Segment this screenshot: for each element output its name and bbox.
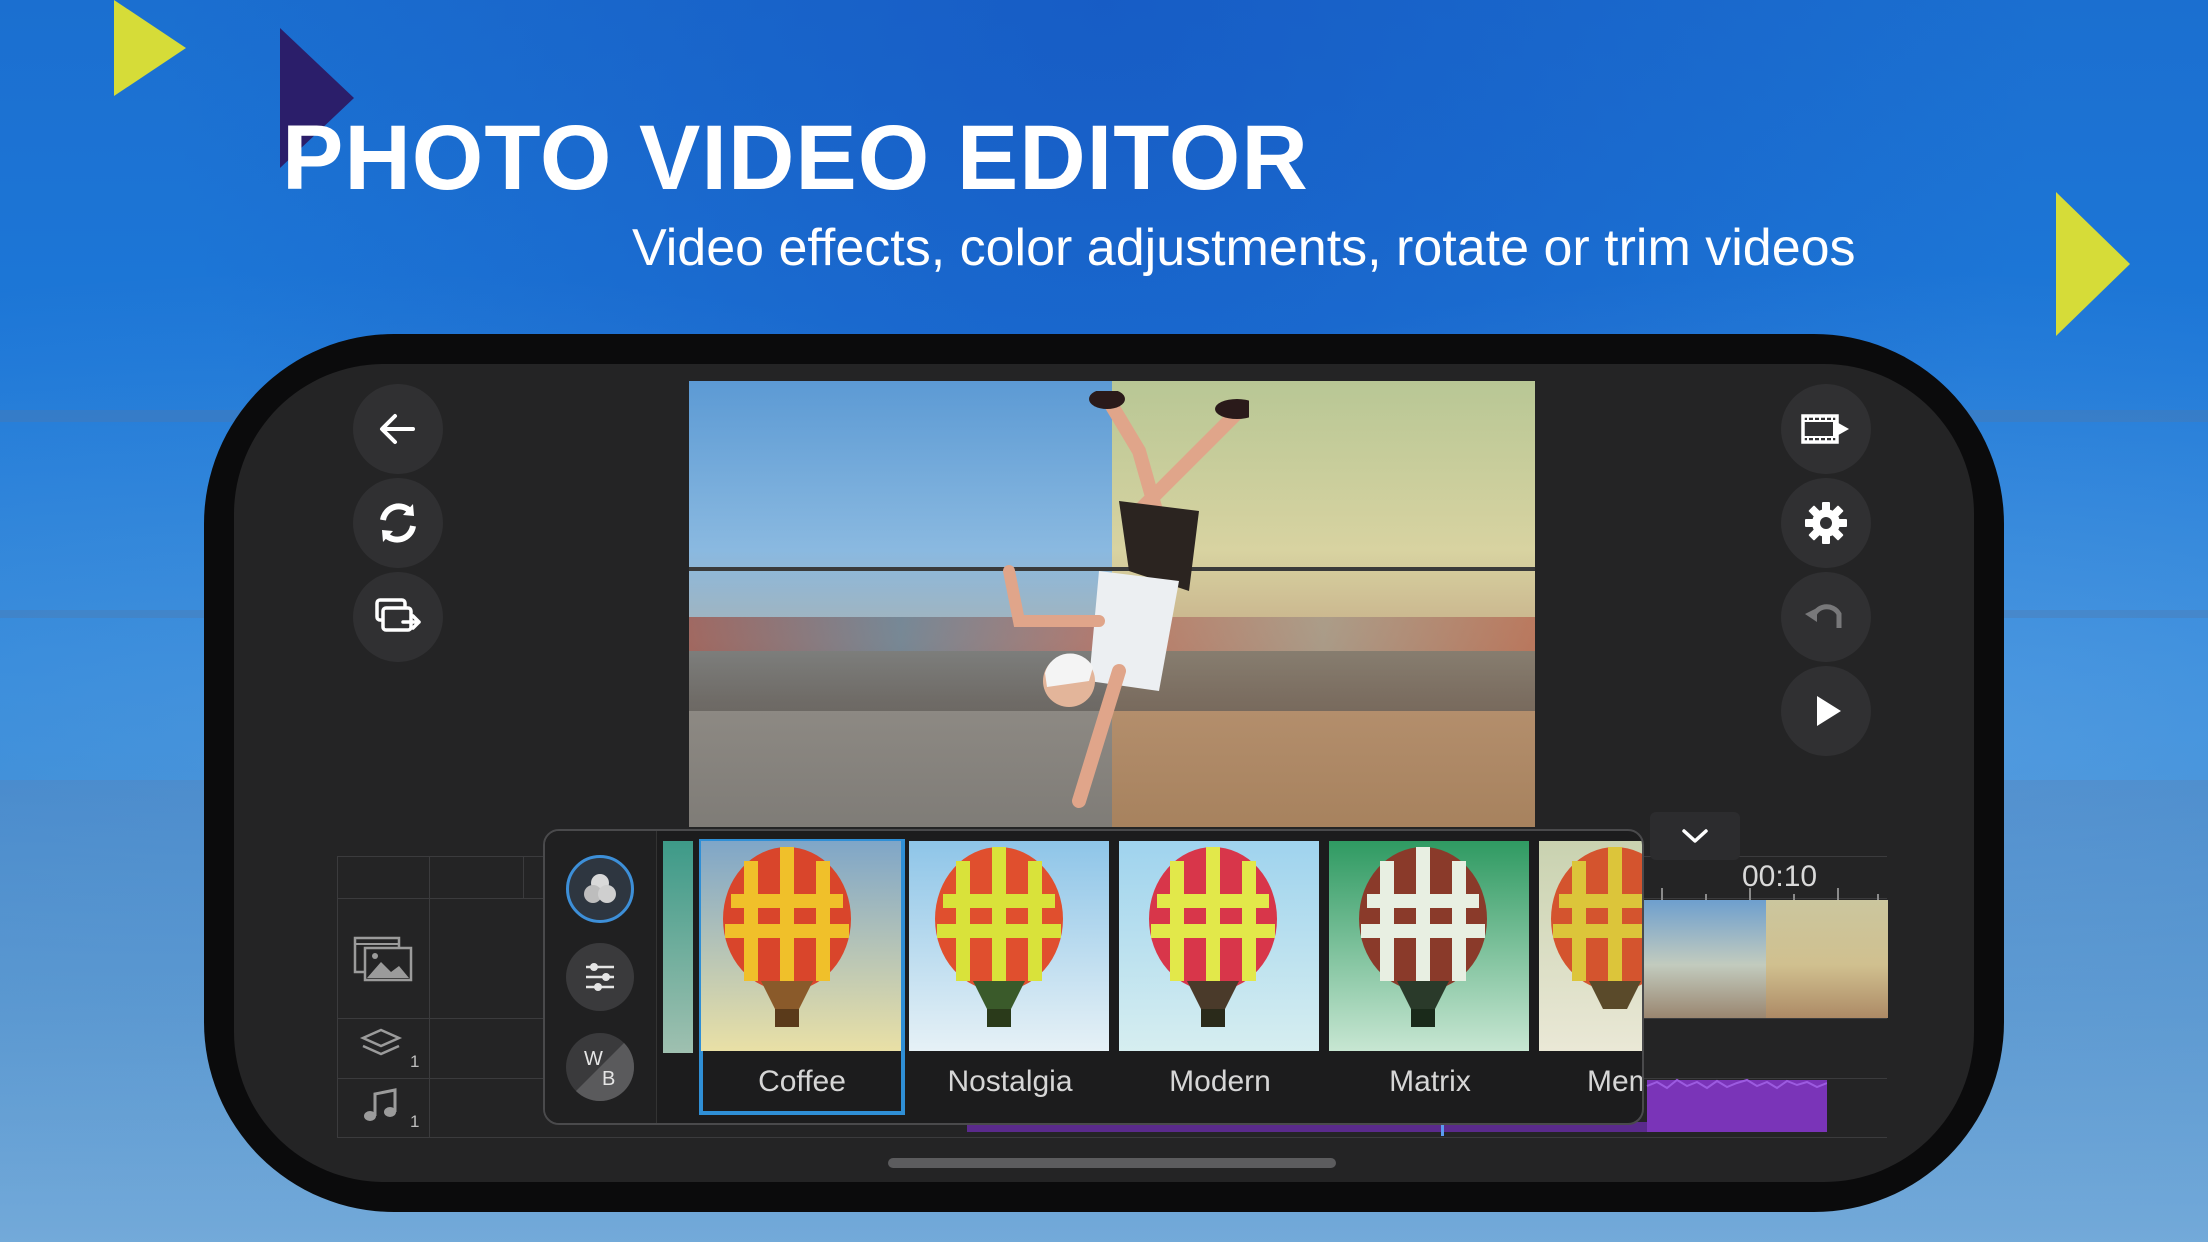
filter-panel: W B Coffee Nostalgia Modern Matrix Me xyxy=(543,829,1644,1125)
adjustments-sliders-icon xyxy=(586,963,614,991)
video-clip-thumbnails[interactable] xyxy=(1644,900,1888,1018)
white-balance-tool[interactable]: W B xyxy=(566,1033,634,1101)
filter-label: Nostalgia xyxy=(947,1065,1073,1098)
filter-label: Matrix xyxy=(1389,1065,1471,1098)
play-icon xyxy=(1817,696,1841,726)
filter-list: Coffee Nostalgia Modern Matrix Me xyxy=(663,839,1642,1121)
white-balance-icon: W B xyxy=(566,1033,634,1101)
balloon-thumbnail xyxy=(1329,841,1529,1051)
clip-thumbnail xyxy=(1766,900,1888,1018)
adjust-tool[interactable] xyxy=(566,943,634,1011)
filter-label: Mem xyxy=(1587,1065,1642,1098)
music-note-icon xyxy=(364,1088,397,1121)
filter-tools: W B xyxy=(545,831,657,1123)
produce-video-button[interactable] xyxy=(1781,384,1871,474)
filter-label: Coffee xyxy=(758,1065,846,1098)
preview-breakdancer xyxy=(1003,391,1249,808)
filter-label: Modern xyxy=(1169,1065,1271,1098)
filter-memory[interactable]: Mem xyxy=(1537,839,1642,1115)
switch-editor-button[interactable] xyxy=(353,572,443,662)
filter-modern[interactable]: Modern xyxy=(1117,839,1323,1115)
filter-matrix[interactable]: Matrix xyxy=(1327,839,1533,1115)
produce-video-icon xyxy=(1801,414,1849,444)
audio-count: 1 xyxy=(410,1112,420,1131)
switch-editor-icon xyxy=(375,598,421,632)
settings-gear-icon xyxy=(1805,502,1847,544)
collapse-panel-button[interactable] xyxy=(1650,812,1740,860)
rotate-button[interactable] xyxy=(353,478,443,568)
video-track-icon xyxy=(353,936,413,982)
clip-thumbnail xyxy=(1644,900,1766,1018)
promo-subheadline: Video effects, color adjustments, rotate… xyxy=(632,219,1856,277)
color-filter-icon xyxy=(584,874,616,903)
balloon-thumbnail xyxy=(909,841,1109,1051)
svg-text:B: B xyxy=(602,1068,615,1090)
filter-nostalgia[interactable]: Nostalgia xyxy=(907,839,1113,1115)
balloon-thumbnail xyxy=(1119,841,1319,1051)
svg-text:W: W xyxy=(584,1048,603,1070)
color-filter-tool[interactable] xyxy=(566,855,634,923)
timeline-timecode: 00:10 xyxy=(1742,860,1818,893)
balloon-thumbnail xyxy=(701,841,901,1051)
play-button[interactable] xyxy=(1781,666,1871,756)
decorative-yellow-triangle-right xyxy=(2056,192,2130,336)
decorative-yellow-triangle xyxy=(114,0,186,96)
promo-headline: PHOTO VIDEO EDITOR xyxy=(282,107,1309,209)
undo-icon xyxy=(1805,604,1842,628)
settings-button[interactable] xyxy=(1781,478,1871,568)
layers-count: 1 xyxy=(410,1052,420,1071)
chevron-down-icon xyxy=(1682,829,1708,843)
video-preview[interactable] xyxy=(689,381,1535,827)
layers-icon xyxy=(359,1028,403,1056)
balloon-thumbnail xyxy=(1539,841,1642,1051)
back-arrow-icon xyxy=(380,414,415,444)
rotate-icon xyxy=(380,503,416,543)
undo-button[interactable] xyxy=(1781,572,1871,662)
filter-coffee[interactable]: Coffee xyxy=(699,839,905,1115)
home-indicator xyxy=(888,1158,1336,1168)
back-button[interactable] xyxy=(353,384,443,474)
